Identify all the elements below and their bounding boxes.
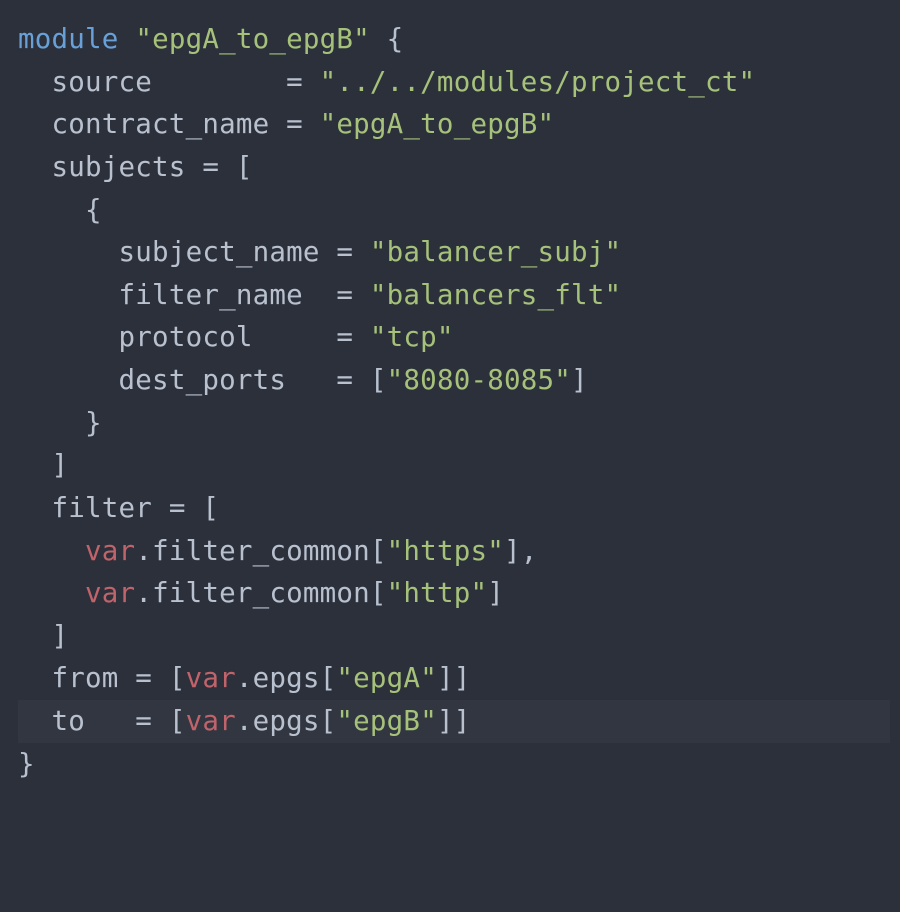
val-filter-name: "balancers_flt" — [370, 279, 621, 311]
brace-open: { — [387, 23, 404, 55]
close-bracket-2: ] — [487, 577, 504, 609]
key-filter-name: filter_name — [119, 279, 303, 311]
key-contract: contract_name — [52, 108, 270, 140]
key-from: from — [52, 662, 119, 694]
var-keyword-4: var — [186, 705, 236, 737]
val-contract: "epgA_to_epgB" — [320, 108, 555, 140]
key-subject-name: subject_name — [119, 236, 320, 268]
close-bracket-1: ] — [504, 535, 521, 567]
keyword-module: module — [18, 23, 119, 55]
key-to: to — [52, 705, 86, 737]
key-filter: filter — [52, 492, 153, 524]
var-keyword-2: var — [85, 577, 135, 609]
filter-common-2: .filter_common[ — [135, 577, 386, 609]
val-source: "../../modules/project_ct" — [320, 66, 756, 98]
highlighted-line: to = [var.epgs["epgB"]] — [18, 700, 890, 743]
epg-a: "epgA" — [336, 662, 437, 694]
key-subjects: subjects — [52, 151, 186, 183]
filter-common-1: .filter_common[ — [135, 535, 386, 567]
key-dest-ports: dest_ports — [119, 364, 287, 396]
epgs-open-1: .epgs[ — [236, 662, 337, 694]
var-keyword-3: var — [186, 662, 236, 694]
double-close-2: ]] — [437, 705, 471, 737]
filter-common-http: "http" — [387, 577, 488, 609]
filter-common-https: "https" — [387, 535, 504, 567]
val-subject-name: "balancer_subj" — [370, 236, 621, 268]
module-name: "epgA_to_epgB" — [135, 23, 370, 55]
double-close-1: ]] — [437, 662, 471, 694]
var-keyword-1: var — [85, 535, 135, 567]
epgs-open-2: .epgs[ — [236, 705, 337, 737]
key-protocol: protocol — [119, 321, 253, 353]
epg-b: "epgB" — [336, 705, 437, 737]
val-dest-ports: "8080-8085" — [387, 364, 571, 396]
val-protocol: "tcp" — [370, 321, 454, 353]
code-block: module "epgA_to_epgB" { source = "../../… — [0, 0, 900, 803]
key-source: source — [52, 66, 153, 98]
brace-close: } — [18, 748, 35, 780]
